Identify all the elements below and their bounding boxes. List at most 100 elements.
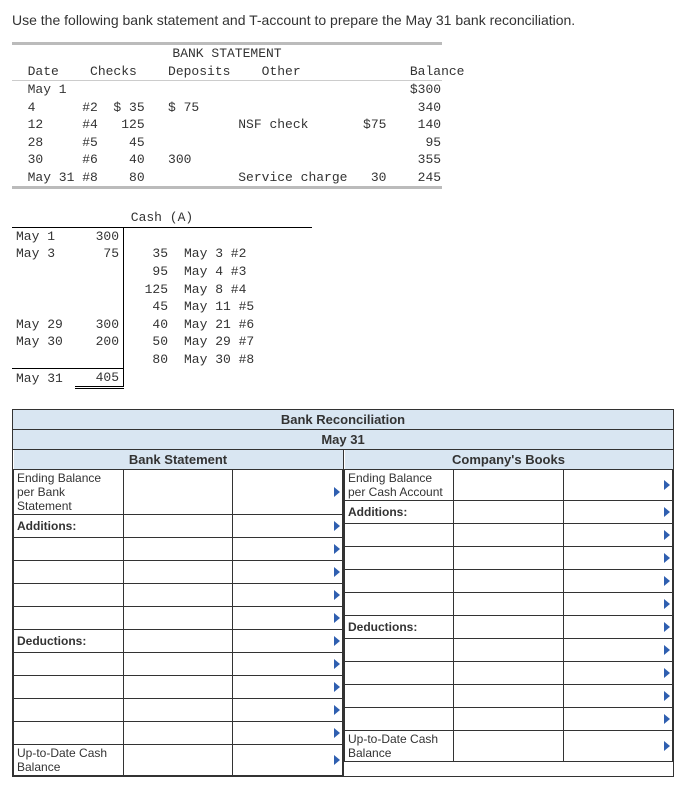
chevron-right-icon xyxy=(664,576,670,586)
bank-statement-table: BANK STATEMENT Date Checks Deposits Othe… xyxy=(12,42,442,189)
books-add-row-2-label[interactable] xyxy=(345,547,454,570)
ending-balance-bank-dropdown[interactable] xyxy=(233,470,343,515)
bank-ded-row-4-dropdown[interactable] xyxy=(233,722,343,745)
bank-add-row-2-label[interactable] xyxy=(14,561,124,584)
books-add-row-4-label[interactable] xyxy=(345,593,454,616)
books-ded-row-2-label[interactable] xyxy=(345,662,454,685)
bank-add-row-1-dropdown[interactable] xyxy=(233,538,343,561)
chevron-right-icon xyxy=(334,659,340,669)
recon-bank-column: Bank Statement Ending Balance per Bank S… xyxy=(13,450,343,776)
chevron-right-icon xyxy=(664,645,670,655)
books-ded-row-3-label[interactable] xyxy=(345,685,454,708)
deductions-books-amount[interactable] xyxy=(454,616,563,639)
books-add-row-4-dropdown[interactable] xyxy=(563,593,672,616)
books-add-row-1-dropdown[interactable] xyxy=(563,524,672,547)
books-ded-row-4-label[interactable] xyxy=(345,708,454,731)
books-ded-row-1-dropdown[interactable] xyxy=(563,639,672,662)
bank-reconciliation-worksheet: Bank Reconciliation May 31 Bank Statemen… xyxy=(12,409,674,777)
books-ded-row-1-amount[interactable] xyxy=(454,639,563,662)
books-ded-row-4-dropdown[interactable] xyxy=(563,708,672,731)
bank-ded-row-3-dropdown[interactable] xyxy=(233,699,343,722)
chevron-right-icon xyxy=(664,553,670,563)
bank-ded-row-1-label[interactable] xyxy=(14,653,124,676)
bank-ded-row-2-amount[interactable] xyxy=(123,676,233,699)
books-ded-row-4-amount[interactable] xyxy=(454,708,563,731)
chevron-right-icon xyxy=(334,590,340,600)
bank-add-row-2-dropdown[interactable] xyxy=(233,561,343,584)
books-add-row-1-label[interactable] xyxy=(345,524,454,547)
cash-t-account: Cash (A) May 1300May 37535May 3 #295May … xyxy=(12,209,312,389)
books-ded-row-3-amount[interactable] xyxy=(454,685,563,708)
chevron-right-icon xyxy=(664,668,670,678)
ending-balance-books-dropdown[interactable] xyxy=(563,470,672,501)
books-ded-row-3-dropdown[interactable] xyxy=(563,685,672,708)
utd-bank-amount[interactable] xyxy=(123,745,233,776)
t-account-title: Cash (A) xyxy=(12,209,312,228)
deductions-books-dropdown[interactable] xyxy=(563,616,672,639)
recon-books-header: Company's Books xyxy=(345,450,673,470)
ending-balance-books-label[interactable]: Ending Balance per Cash Account xyxy=(345,470,454,501)
bank-add-row-4-amount[interactable] xyxy=(123,607,233,630)
books-add-row-1-amount[interactable] xyxy=(454,524,563,547)
additions-bank-dropdown[interactable] xyxy=(233,515,343,538)
bank-ded-row-4-amount[interactable] xyxy=(123,722,233,745)
bank-ded-row-1-dropdown[interactable] xyxy=(233,653,343,676)
bank-ded-row-1-amount[interactable] xyxy=(123,653,233,676)
additions-bank-label: Additions: xyxy=(14,515,124,538)
books-add-row-3-amount[interactable] xyxy=(454,570,563,593)
books-add-row-3-label[interactable] xyxy=(345,570,454,593)
chevron-right-icon xyxy=(664,480,670,490)
chevron-right-icon xyxy=(664,714,670,724)
bank-add-row-2-amount[interactable] xyxy=(123,561,233,584)
chevron-right-icon xyxy=(664,507,670,517)
ending-balance-bank-amount[interactable] xyxy=(123,470,233,515)
bank-ded-row-2-label[interactable] xyxy=(14,676,124,699)
recon-title: Bank Reconciliation xyxy=(13,410,673,430)
bank-add-row-3-amount[interactable] xyxy=(123,584,233,607)
utd-bank-dropdown[interactable] xyxy=(233,745,343,776)
deductions-books-label: Deductions: xyxy=(345,616,454,639)
additions-books-dropdown[interactable] xyxy=(563,501,672,524)
additions-bank-amount[interactable] xyxy=(123,515,233,538)
utd-books-label[interactable]: Up-to-Date Cash Balance xyxy=(345,731,454,762)
utd-books-dropdown[interactable] xyxy=(563,731,672,762)
books-ded-row-1-label[interactable] xyxy=(345,639,454,662)
bank-add-row-4-label[interactable] xyxy=(14,607,124,630)
chevron-right-icon xyxy=(664,622,670,632)
chevron-right-icon xyxy=(334,567,340,577)
bank-ded-row-2-dropdown[interactable] xyxy=(233,676,343,699)
deductions-bank-dropdown[interactable] xyxy=(233,630,343,653)
chevron-right-icon xyxy=(334,755,340,765)
books-add-row-2-dropdown[interactable] xyxy=(563,547,672,570)
ending-balance-bank-label[interactable]: Ending Balance per Bank Statement xyxy=(14,470,124,515)
bank-add-row-4-dropdown[interactable] xyxy=(233,607,343,630)
bank-add-row-1-amount[interactable] xyxy=(123,538,233,561)
chevron-right-icon xyxy=(334,613,340,623)
books-add-row-4-amount[interactable] xyxy=(454,593,563,616)
bank-add-row-3-dropdown[interactable] xyxy=(233,584,343,607)
bank-ded-row-3-label[interactable] xyxy=(14,699,124,722)
additions-books-label: Additions: xyxy=(345,501,454,524)
books-ded-row-2-amount[interactable] xyxy=(454,662,563,685)
books-add-row-3-dropdown[interactable] xyxy=(563,570,672,593)
deductions-bank-amount[interactable] xyxy=(123,630,233,653)
bank-add-row-3-label[interactable] xyxy=(14,584,124,607)
chevron-right-icon xyxy=(334,521,340,531)
deductions-bank-label: Deductions: xyxy=(14,630,124,653)
chevron-right-icon xyxy=(664,599,670,609)
ending-balance-books-amount[interactable] xyxy=(454,470,563,501)
books-add-row-2-amount[interactable] xyxy=(454,547,563,570)
chevron-right-icon xyxy=(664,691,670,701)
additions-books-amount[interactable] xyxy=(454,501,563,524)
recon-bank-header: Bank Statement xyxy=(14,450,343,470)
chevron-right-icon xyxy=(664,530,670,540)
books-ded-row-2-dropdown[interactable] xyxy=(563,662,672,685)
utd-bank-label[interactable]: Up-to-Date Cash Balance xyxy=(14,745,124,776)
bank-ded-row-3-amount[interactable] xyxy=(123,699,233,722)
utd-books-amount[interactable] xyxy=(454,731,563,762)
chevron-right-icon xyxy=(334,487,340,497)
bank-add-row-1-label[interactable] xyxy=(14,538,124,561)
bank-ded-row-4-label[interactable] xyxy=(14,722,124,745)
chevron-right-icon xyxy=(334,544,340,554)
chevron-right-icon xyxy=(664,741,670,751)
